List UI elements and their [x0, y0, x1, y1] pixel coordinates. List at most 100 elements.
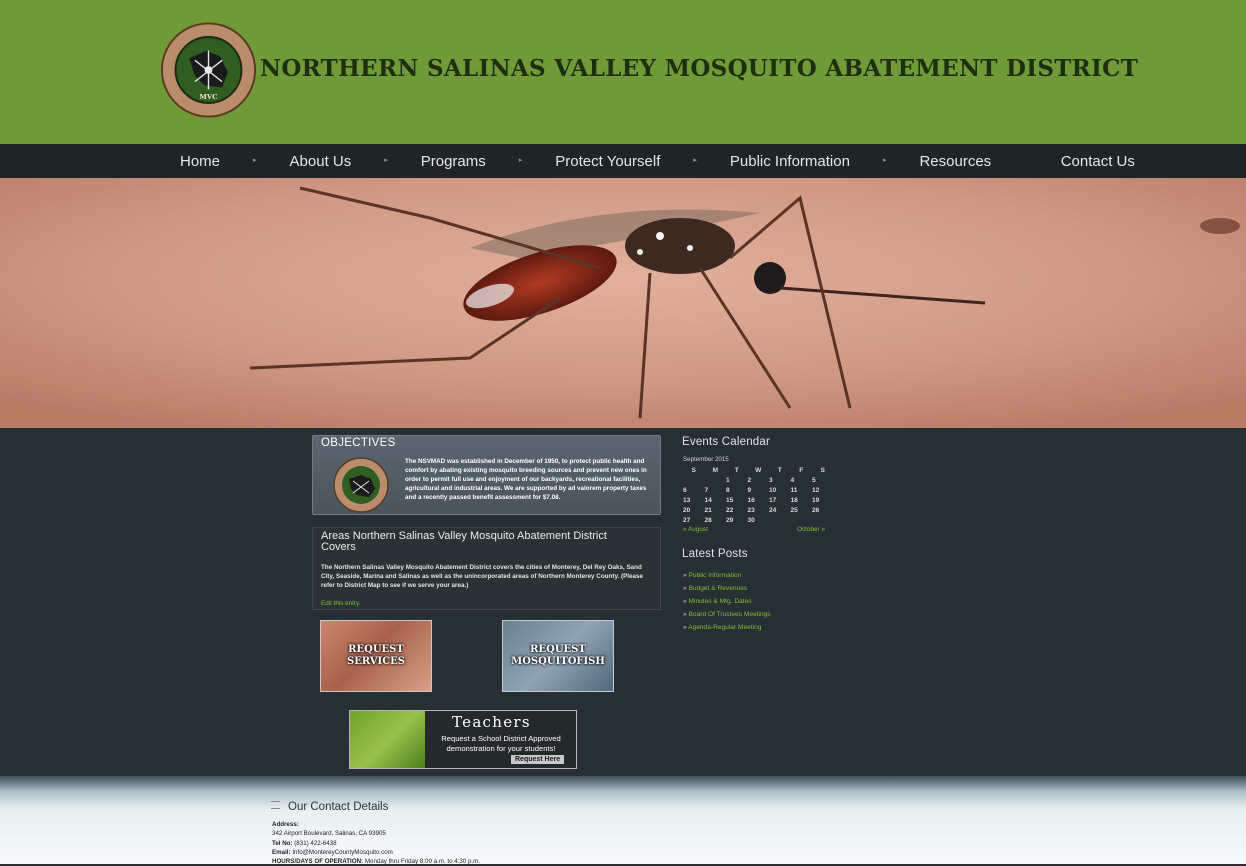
tel-label: Tel No:: [272, 839, 293, 847]
calendar-day: 8: [726, 486, 730, 494]
request-here-button[interactable]: Request Here: [511, 755, 565, 764]
latest-posts-list: » Public Information » Budget & Revenues…: [683, 569, 771, 634]
nav-separator-icon: ▸: [693, 157, 697, 164]
latest-posts-heading: Latest Posts: [682, 548, 748, 560]
tel-value[interactable]: (831) 422-6438: [294, 840, 336, 847]
latest-post-item[interactable]: » Minutes & Mtg. Dates: [683, 595, 771, 608]
hours-value: Monday thru Friday 8:00 a.m. to 4:30 p.m…: [364, 858, 481, 866]
objectives-logo: [333, 457, 389, 513]
calendar-day: 22: [726, 506, 734, 514]
address-label: Address:: [272, 821, 299, 828]
logo-initials: MVC: [199, 93, 218, 101]
contact-heading: Our Contact Details: [271, 801, 388, 813]
arrow-icon: »: [683, 611, 687, 618]
calendar-day: 4: [790, 476, 795, 484]
nav-separator-icon: ▸: [882, 157, 887, 164]
coverage-text: The Northern Salinas Valley Mosquito Aba…: [321, 564, 644, 590]
calendar-day: [683, 475, 705, 485]
site-title[interactable]: NORTHERN SALINAS VALLEY MOSQUITO ABATEME…: [260, 55, 1138, 82]
nav-separator-icon: ▸: [384, 157, 388, 164]
mosquito-photo: [0, 178, 1246, 428]
nav-item-home[interactable]: Home: [163, 144, 237, 178]
calendar-day: 23: [747, 506, 755, 514]
calendar-day-header: W: [755, 466, 762, 474]
latest-post-link[interactable]: Board Of Trustees Meetings: [689, 611, 771, 618]
calendar-day: 5: [812, 476, 816, 484]
calendar-day: [769, 515, 791, 525]
hours-label: HOURS/DAYS OF OPERATION:: [272, 858, 364, 866]
latest-post-link[interactable]: Public Information: [689, 572, 742, 579]
calendar-day: 29: [726, 516, 734, 524]
calendar-day: 28: [704, 516, 712, 524]
calendar-day: 21: [704, 506, 712, 514]
calendar-day: 17: [769, 496, 777, 504]
site-header: MVC NORTHERN SALINAS VALLEY MOSQUITO ABA…: [0, 0, 1246, 144]
nav-item-about-us[interactable]: About Us: [273, 144, 369, 178]
nav-separator-icon: ▸: [253, 157, 257, 164]
nav-item-protect-yourself[interactable]: Protect Yourself: [538, 144, 677, 178]
district-logo[interactable]: MVC: [160, 20, 257, 120]
contact-details: Address: 342 Airport Boulevard, Salinas,…: [272, 820, 480, 866]
latest-post-link[interactable]: Minutes & Mtg. Dates: [689, 598, 752, 605]
calendar-day: 18: [790, 496, 798, 504]
arrow-icon: »: [683, 572, 687, 579]
calendar-day: 11: [790, 486, 798, 494]
latest-post-item[interactable]: » Board Of Trustees Meetings: [683, 608, 771, 621]
calendar-day: 25: [790, 506, 798, 514]
latest-post-item[interactable]: » Public Information: [683, 569, 771, 582]
calendar-day: [812, 515, 834, 525]
calendar-day-header: T: [734, 466, 739, 474]
arrow-icon: »: [683, 598, 687, 605]
calendar-day: 27: [683, 516, 691, 524]
nav-item-contact-us[interactable]: Contact Us: [1044, 144, 1152, 178]
calendar-day: 2: [747, 476, 752, 484]
calendar-day: 13: [683, 496, 691, 504]
calendar-day-header: S: [691, 466, 696, 474]
latest-post-link[interactable]: Agenda-Regular Meeting: [688, 624, 761, 631]
nav-item-resources[interactable]: Resources: [902, 144, 1008, 178]
address-value: 342 Airport Boulevard, Salinas, CA 93905: [272, 830, 386, 838]
calendar-grid: S M T W T F S 1 2 3 4 5 6 7 8 9 10 11 12…: [683, 465, 834, 525]
calendar-day: 15: [726, 496, 734, 504]
contact-heading-text: Our Contact Details: [288, 801, 389, 813]
request-services-button[interactable]: REQUEST SERVICES: [320, 620, 432, 692]
calendar-day-header: S: [820, 466, 825, 474]
calendar-day: 3: [769, 476, 773, 484]
latest-post-item[interactable]: » Budget & Revenues: [683, 582, 771, 595]
list-icon: [271, 801, 280, 809]
calendar-caption: September 2015: [683, 456, 729, 463]
objectives-title: OBJECTIVES: [321, 437, 396, 449]
latest-post-item[interactable]: » Agenda-Regular Meeting: [683, 621, 771, 634]
main-navigation: Home ▸ About Us ▸ Programs ▸ Protect You…: [0, 144, 1246, 178]
calendar-day: 10: [769, 486, 777, 494]
calendar-day: 1: [726, 476, 730, 484]
events-calendar-heading: Events Calendar: [682, 436, 771, 448]
arrow-icon: »: [683, 624, 687, 631]
teachers-banner[interactable]: Teachers Request a School District Appro…: [349, 710, 577, 769]
teachers-text: Request a School District Approved demon…: [441, 734, 561, 753]
edit-entry-link[interactable]: Edit this entry.: [321, 600, 360, 607]
calendar-day: 20: [683, 506, 691, 514]
calendar-day: 19: [812, 496, 820, 504]
calendar-prev-month-link[interactable]: « August: [683, 526, 708, 533]
calendar-day: [791, 515, 813, 525]
nav-separator-icon: ▸: [518, 157, 523, 164]
calendar-day: 26: [812, 506, 820, 514]
email-value[interactable]: Info@MontereyCountyMosquito.com: [292, 849, 393, 856]
teachers-title: Teachers: [452, 713, 531, 731]
hero-banner-mosquito-image: [0, 178, 1246, 428]
nav-item-programs[interactable]: Programs: [404, 144, 503, 178]
email-label: Email:: [272, 848, 291, 856]
coverage-box: Areas Northern Salinas Valley Mosquito A…: [312, 527, 661, 610]
nav-item-public-information[interactable]: Public Information: [713, 144, 867, 178]
calendar-day-header: M: [712, 466, 719, 474]
objectives-box: OBJECTIVES The NSVMAD was established in…: [312, 435, 661, 515]
arrow-icon: »: [683, 585, 687, 592]
calendar-day: [705, 475, 727, 485]
calendar-day: 9: [747, 486, 752, 494]
calendar-day: 24: [769, 506, 777, 514]
latest-post-link[interactable]: Budget & Revenues: [689, 585, 748, 592]
calendar-day: 14: [704, 496, 712, 504]
request-mosquitofish-button[interactable]: REQUEST MOSQUITOFISH: [502, 620, 614, 692]
calendar-next-month-link[interactable]: October »: [797, 526, 825, 533]
